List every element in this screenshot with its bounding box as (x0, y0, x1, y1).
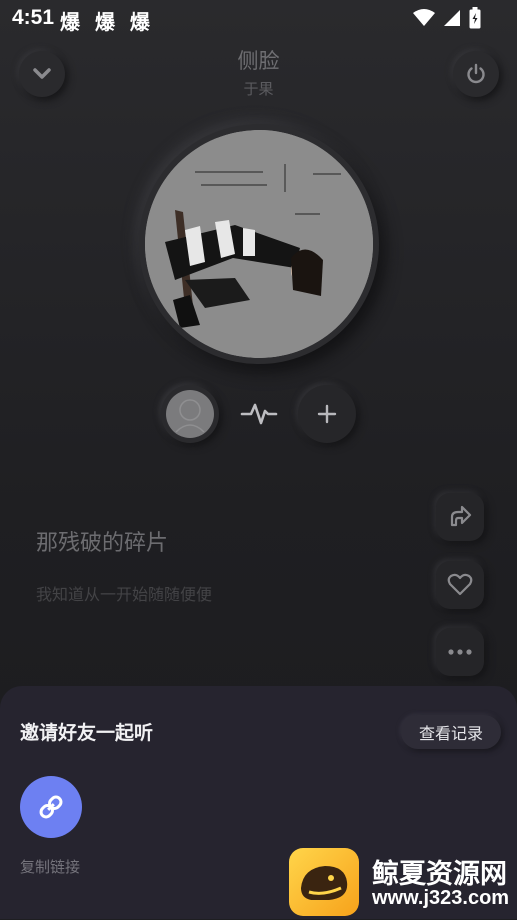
status-bar: 4:51 爆 爆 爆 (0, 0, 517, 36)
watermark-name: 鲸夏资源网 (372, 859, 507, 890)
copy-link-label: 复制链接 (20, 858, 81, 876)
power-icon (467, 63, 485, 84)
watermark-logo (289, 848, 359, 916)
player-header: 侧脸 于果 (0, 40, 517, 110)
avatar (166, 390, 214, 438)
copy-link-button[interactable] (20, 776, 82, 838)
link-icon (39, 795, 63, 819)
signal-icon (444, 10, 460, 26)
album-cover[interactable] (145, 130, 373, 358)
power-button[interactable] (453, 51, 499, 97)
song-artist: 于果 (243, 80, 274, 98)
heart-icon (447, 573, 473, 596)
song-title: 侧脸 (237, 49, 280, 73)
view-history-button[interactable]: 查看记录 (401, 715, 501, 749)
status-icons (413, 7, 481, 29)
user-silhouette-icon (175, 399, 205, 433)
status-notification-icons: 爆 爆 爆 (60, 10, 154, 34)
add-listener-button[interactable] (298, 385, 356, 443)
pulse-icon (240, 403, 278, 425)
wifi-icon (413, 9, 435, 26)
lyric-current-line: 那残破的碎片 (36, 531, 169, 556)
lyric-next-line: 我知道从一开始随随便便 (36, 585, 213, 604)
share-button[interactable] (436, 493, 484, 541)
sheet-title: 邀请好友一起听 (20, 722, 154, 744)
favorite-button[interactable] (436, 561, 484, 609)
more-dots-icon (448, 649, 472, 655)
whale-logo-icon (301, 866, 348, 900)
battery-icon (469, 7, 481, 29)
status-time: 4:51 (12, 6, 55, 29)
plus-icon (317, 404, 337, 424)
listener-avatar[interactable] (161, 385, 219, 443)
album-art-image (145, 130, 373, 358)
watermark-url: www.j323.com (372, 887, 510, 909)
share-arrow-icon (450, 505, 472, 527)
more-button[interactable] (436, 628, 484, 676)
